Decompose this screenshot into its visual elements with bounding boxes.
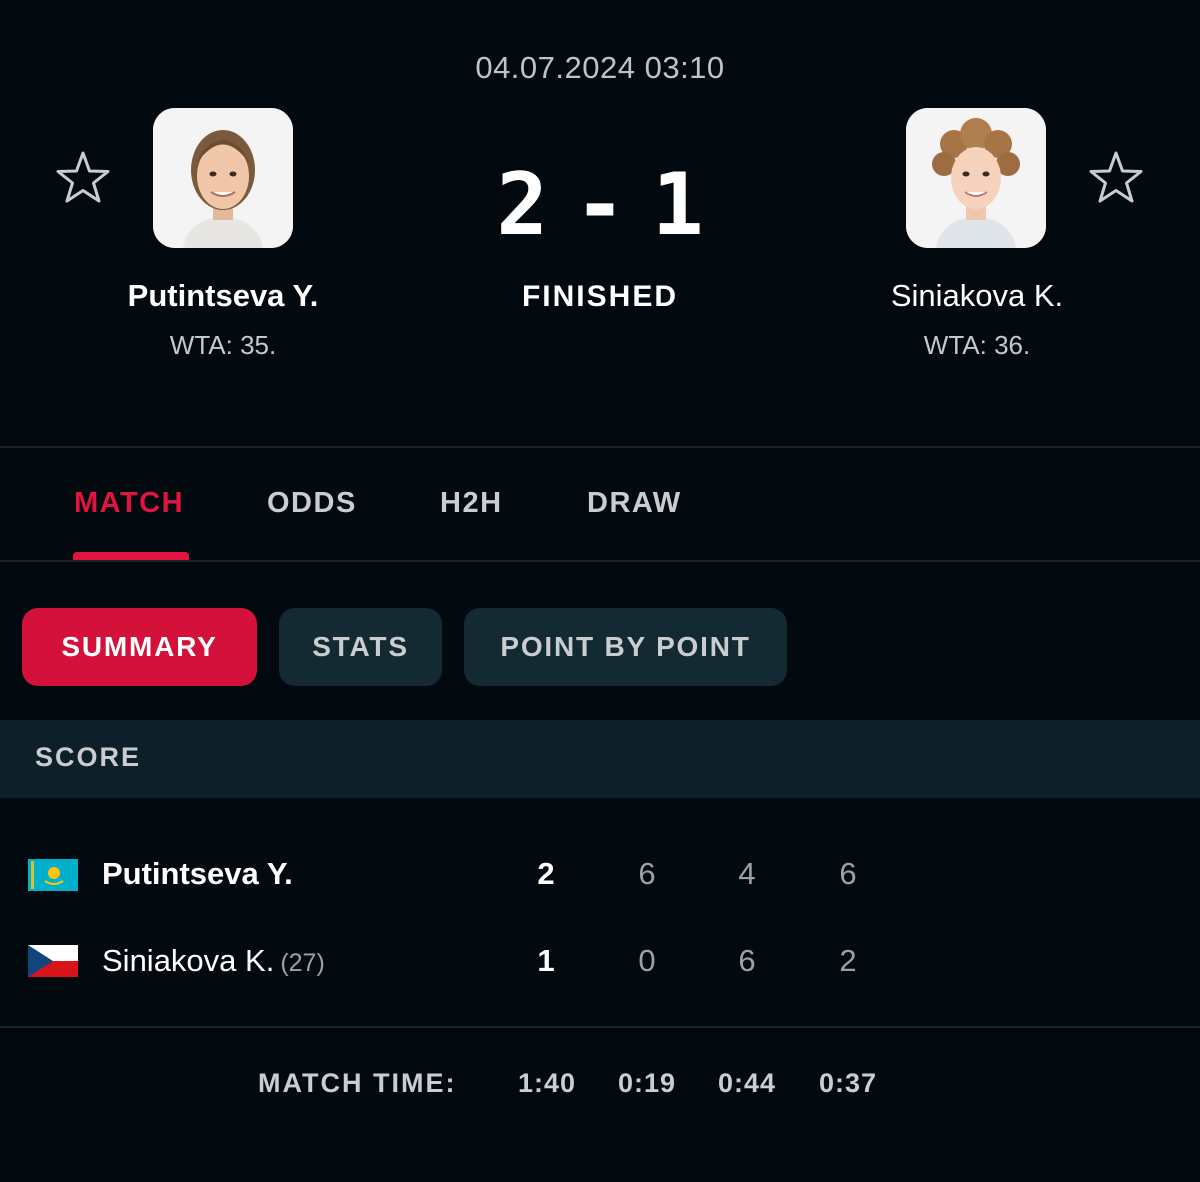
match-time-total: 1:40 bbox=[517, 1068, 577, 1098]
czech-flag-icon bbox=[28, 945, 78, 977]
tabs-divider bbox=[0, 560, 1200, 562]
favorite-away-star-icon[interactable] bbox=[1085, 148, 1147, 210]
home-row-player-name: Putintseva Y. bbox=[102, 856, 293, 891]
score-row-home-name[interactable]: Putintseva Y. bbox=[102, 856, 293, 892]
match-status: FINISHED bbox=[521, 280, 678, 313]
score-divider bbox=[0, 1026, 1200, 1028]
match-time-label: MATCH TIME: bbox=[258, 1068, 457, 1098]
match-score: 2-1 bbox=[400, 155, 800, 255]
match-time-set-3: 0:37 bbox=[818, 1068, 878, 1098]
home-set-2: 4 bbox=[738, 856, 756, 891]
away-set-2: 6 bbox=[738, 943, 756, 978]
match-detail-page: 04.07.2024 03:10 Putintseva Y. WTA: 35. … bbox=[0, 0, 1200, 1182]
score-section-header: SCORE bbox=[0, 720, 1200, 798]
score-section-title: SCORE bbox=[35, 742, 142, 772]
home-sets-won: 2 bbox=[537, 856, 555, 891]
match-time-set-2: 0:44 bbox=[717, 1068, 777, 1098]
home-set-3: 6 bbox=[839, 856, 857, 891]
kazakhstan-flag-icon bbox=[28, 859, 78, 891]
away-player-avatar[interactable] bbox=[906, 108, 1046, 248]
subtab-point-by-point[interactable]: POINT BY POINT bbox=[464, 608, 787, 686]
home-player-name[interactable]: Putintseva Y. bbox=[13, 278, 433, 314]
subtab-stats[interactable]: STATS bbox=[279, 608, 442, 686]
home-player-avatar[interactable] bbox=[153, 108, 293, 248]
active-tab-indicator bbox=[73, 552, 189, 560]
header-divider bbox=[0, 446, 1200, 448]
home-set-1: 6 bbox=[638, 856, 656, 891]
away-set-3: 2 bbox=[839, 943, 857, 978]
subtab-summary[interactable]: SUMMARY bbox=[22, 608, 257, 686]
score-separator: - bbox=[574, 155, 626, 255]
favorite-home-star-icon[interactable] bbox=[52, 148, 114, 210]
away-score: 1 bbox=[651, 155, 704, 255]
tab-match[interactable]: MATCH bbox=[74, 487, 184, 520]
away-set-1: 0 bbox=[638, 943, 656, 978]
match-datetime: 04.07.2024 03:10 bbox=[475, 50, 725, 85]
away-player-rank: WTA: 36. bbox=[923, 330, 1031, 360]
away-row-player-name: Siniakova K. bbox=[102, 943, 275, 978]
away-player-name[interactable]: Siniakova K. bbox=[767, 278, 1187, 314]
away-seed: (27) bbox=[280, 949, 325, 977]
tab-h2h[interactable]: H2H bbox=[440, 487, 503, 520]
tab-odds[interactable]: ODDS bbox=[267, 487, 357, 520]
tab-draw[interactable]: DRAW bbox=[587, 487, 682, 520]
away-sets-won: 1 bbox=[537, 943, 555, 978]
score-row-away-name[interactable]: Siniakova K. (27) bbox=[102, 943, 325, 979]
home-player-rank: WTA: 35. bbox=[169, 330, 277, 360]
home-score: 2 bbox=[496, 155, 549, 255]
match-time-set-1: 0:19 bbox=[617, 1068, 677, 1098]
